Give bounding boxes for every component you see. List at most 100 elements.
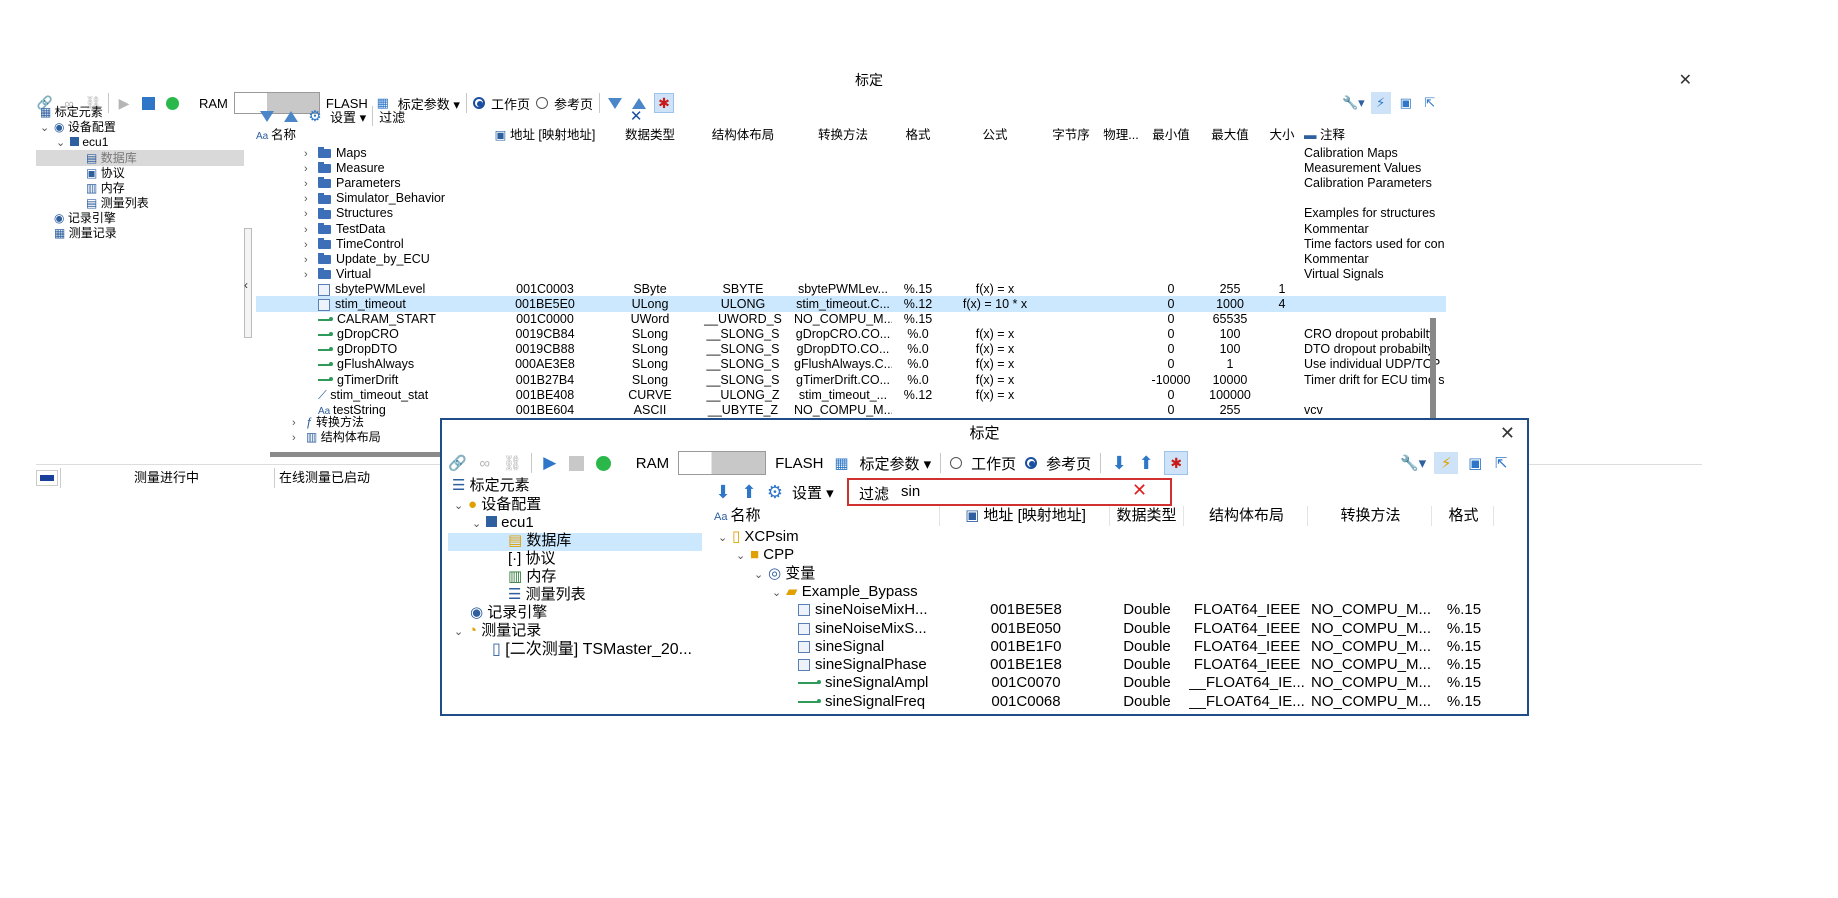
expand-chevron-icon[interactable]: › (304, 253, 318, 267)
col-struct-layout-header[interactable]: 结构体布局 (1186, 506, 1308, 526)
col-physical-header[interactable]: 物理... (1098, 126, 1144, 144)
row-name-cell[interactable]: sineSignalAmpl (798, 674, 948, 692)
tree-record-item[interactable]: ▯ [二次测量] TSMaster_20... (492, 642, 692, 662)
row-name-cell[interactable]: sbytePWMLevel (318, 282, 478, 297)
tree-node-variables[interactable]: ⌄ ◎ 变量 (754, 565, 984, 583)
col-conversion-header[interactable]: 转换方法 (1310, 506, 1432, 526)
expand-chevron-icon[interactable]: › (304, 162, 318, 176)
tree-protocol[interactable]: [·] 协议 (508, 551, 556, 569)
tree-struct-layouts[interactable]: › ▥ 结构体布局 (292, 429, 381, 445)
reference-page-radio[interactable] (1025, 457, 1038, 469)
collapse-panel-icon[interactable]: ‹ (244, 278, 248, 292)
folder-row[interactable]: › Virtual (304, 267, 564, 282)
tree-root[interactable]: ▦ 标定元素 (40, 104, 103, 120)
filter-input[interactable] (411, 107, 621, 125)
unlink-icon[interactable]: ⛓ (503, 452, 522, 474)
tree-node-group[interactable]: ⌄ ▰ Example_Bypass (772, 583, 1002, 601)
online-status-icon[interactable] (595, 452, 613, 474)
folder-row[interactable]: › Simulator_Behavior (304, 191, 564, 206)
folder-row[interactable]: › Update_by_ECU (304, 252, 564, 267)
col-format-header[interactable]: 格式 (894, 126, 942, 144)
row-name-cell[interactable]: gDropDTO (318, 342, 478, 357)
row-name-cell[interactable]: sineSignalPhase (798, 656, 948, 674)
filter-field[interactable]: 过滤 sin ✕ (847, 478, 1172, 506)
tree-protocol[interactable]: ▣ 协议 (86, 165, 125, 181)
tree-database[interactable]: ▤ 数据库 (36, 150, 244, 166)
row-name-cell[interactable]: gTimerDrift (318, 373, 478, 388)
tree-ecu[interactable]: ⌄ ecu1 (56, 134, 108, 150)
settings-menu[interactable]: 设置 ▾ (330, 107, 366, 126)
collapse-chevron-icon[interactable]: ⌄ (718, 529, 732, 546)
col-data-type-header[interactable]: 数据类型 (608, 126, 692, 144)
expand-chevron-icon[interactable]: › (304, 207, 318, 221)
col-conversion-header[interactable]: 转换方法 (794, 126, 892, 144)
collapse-chevron-icon[interactable]: ⌄ (736, 547, 750, 564)
grid-scrollbar[interactable] (1430, 318, 1436, 418)
debug-bug-icon[interactable]: ✱ (653, 93, 674, 113)
tree-ecu[interactable]: ⌄ ecu1 (472, 515, 534, 533)
folder-row[interactable]: › TimeControl (304, 237, 564, 252)
calib-params-menu[interactable]: 标定参数 ▾ (859, 453, 931, 474)
col-address-header[interactable]: ▣ 地址 [映射地址] (484, 126, 606, 144)
row-name-cell[interactable]: ⟋ stim_timeout_stat (318, 388, 478, 403)
col-address-header[interactable]: ▣ 地址 [映射地址] (942, 506, 1110, 526)
expand-chevron-icon[interactable]: › (304, 192, 318, 206)
row-name-cell[interactable]: sineNoiseMixH... (798, 601, 948, 619)
folder-row[interactable]: › Parameters (304, 176, 564, 191)
col-note-header[interactable]: ▬ 注释 (1304, 126, 1444, 144)
col-byte-order-header[interactable]: 字节序 (1046, 126, 1096, 144)
export-icon[interactable]: ⇱ (1421, 92, 1439, 114)
folder-row[interactable]: › Measure (304, 161, 564, 176)
wrench-icon[interactable]: 🔧▾ (1400, 452, 1426, 474)
tree-recorder[interactable]: ◉ 记录引擎 (54, 210, 116, 226)
ram-flash-toggle[interactable] (678, 451, 767, 475)
tree-recorder[interactable]: ◉ 记录引擎 (470, 605, 547, 623)
tree-measurement-list[interactable]: ☰ 测量列表 (508, 587, 586, 605)
debug-bug-icon[interactable]: ✱ (1164, 451, 1189, 475)
lightning-icon[interactable]: ⚡ (1370, 92, 1391, 114)
col-struct-layout-header[interactable]: 结构体布局 (694, 126, 792, 144)
window-close-icon[interactable]: ▣ (1397, 92, 1415, 114)
download-arrow-icon[interactable]: ⬇ (1110, 452, 1128, 474)
calib-params-icon[interactable]: ▦ (832, 452, 850, 474)
tree-conversion-methods[interactable]: › ƒ 转换方法 (292, 414, 364, 430)
col-max-header[interactable]: 最大值 (1198, 126, 1262, 144)
col-data-type-header[interactable]: 数据类型 (1110, 506, 1184, 526)
tree-node-cpp[interactable]: ⌄ ■ CPP (736, 546, 966, 564)
stop-icon[interactable] (568, 452, 586, 474)
expand-down-icon[interactable]: ⬇ (714, 481, 732, 503)
play-icon[interactable]: ▶ (541, 452, 559, 474)
tree-measurement-list[interactable]: ▤ 测量列表 (86, 195, 149, 211)
filter-input[interactable]: sin (901, 483, 920, 500)
collapse-chevron-icon[interactable]: ⌄ (772, 584, 786, 601)
clear-filter-icon[interactable]: ✕ (627, 105, 645, 127)
tree-memory[interactable]: ▥ 内存 (86, 180, 125, 196)
tree-device-config[interactable]: ⌄ ◉ 设备配置 (40, 119, 116, 135)
row-name-cell[interactable]: CALRAM_START (318, 312, 478, 327)
tree-node-xcp[interactable]: ⌄ ▯ XCPsim (718, 528, 948, 546)
col-min-header[interactable]: 最小值 (1146, 126, 1196, 144)
wrench-icon[interactable]: 🔧▾ (1342, 92, 1365, 114)
folder-row[interactable]: › TestData (304, 222, 564, 237)
lightning-icon[interactable]: ⚡ (1434, 452, 1459, 474)
row-name-cell[interactable]: stim_timeout (318, 297, 478, 312)
expand-chevron-icon[interactable]: › (304, 238, 318, 252)
expand-chevron-icon[interactable]: › (304, 268, 318, 282)
close-icon[interactable]: ✕ (1500, 423, 1515, 444)
col-formula-header[interactable]: 公式 (944, 126, 1046, 144)
settings-gear-icon[interactable]: ⚙ (766, 481, 784, 503)
row-name-cell[interactable]: gFlushAlways (318, 357, 478, 372)
chain-icon[interactable]: ∞ (476, 452, 494, 474)
col-format-header[interactable]: 格式 (1434, 506, 1494, 526)
clear-filter-icon[interactable]: ✕ (1132, 480, 1147, 501)
collapse-up-icon[interactable] (282, 105, 300, 127)
tree-root[interactable]: ☰ 标定元素 (452, 478, 530, 496)
expand-chevron-icon[interactable]: › (304, 177, 318, 191)
expand-down-icon[interactable] (258, 105, 276, 127)
tree-measurement-records[interactable]: ⌄ ◔ 测量记录 (454, 623, 541, 641)
tree-device-config[interactable]: ⌄ ● 设备配置 (454, 497, 541, 515)
col-name-header[interactable]: Aa 名称 (256, 126, 466, 144)
horizontal-scrollbar[interactable] (270, 452, 440, 457)
row-name-cell[interactable]: gDropCRO (318, 327, 478, 342)
collapse-chevron-icon[interactable]: ⌄ (754, 566, 768, 583)
